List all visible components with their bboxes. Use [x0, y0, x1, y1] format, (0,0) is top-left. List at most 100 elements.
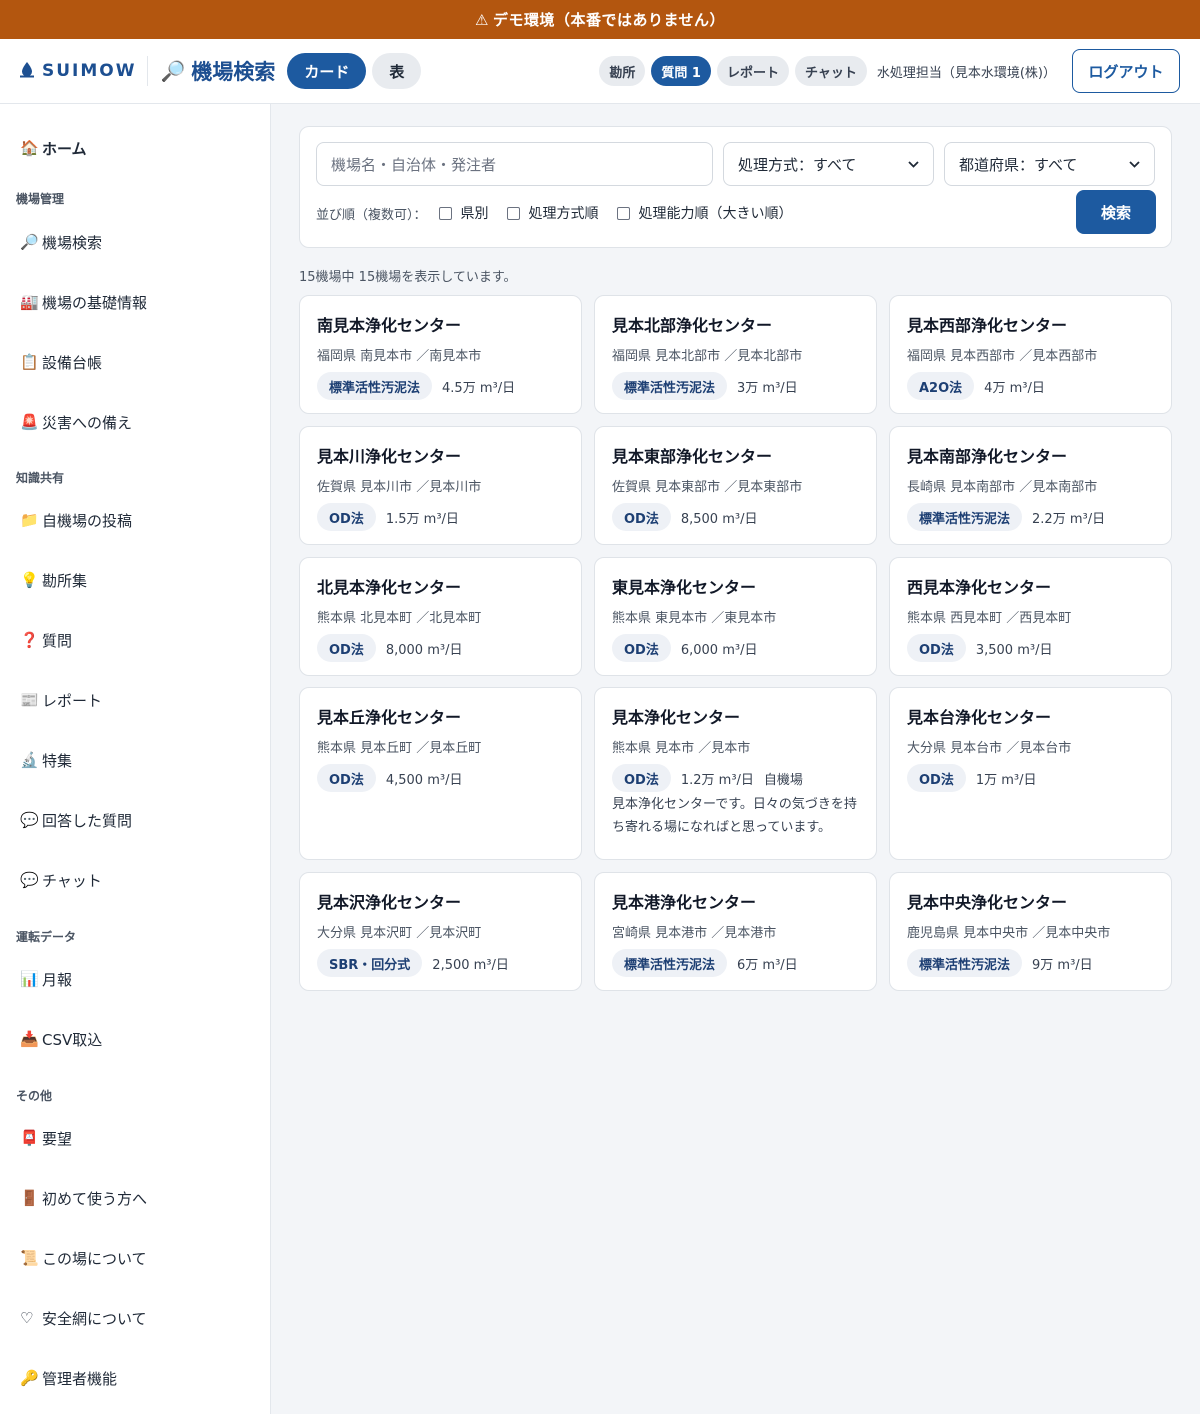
sidebar-section-facility: 機場管理	[16, 192, 65, 206]
magnifier-icon: 🔎	[160, 59, 186, 83]
facility-card[interactable]: 見本川浄化センター 佐賀県 見本川市 ／見本川市 OD法 1.5万 m³/日	[299, 426, 582, 545]
sidebar-item-request[interactable]: 📮 要望	[20, 1126, 72, 1150]
facility-location: 鹿児島県 見本中央市 ／見本中央市	[907, 926, 1111, 941]
facility-name[interactable]: 見本東部浄化センター	[612, 443, 772, 467]
search-button[interactable]: 検索	[1076, 190, 1156, 234]
sort-by-method[interactable]: 処理方式順	[506, 203, 599, 223]
top-header: SUIMOW 🔎 機場検索 カード 表 勘所 質問 1 レポート チャット 水処…	[0, 39, 1200, 104]
prefecture-select[interactable]: 都道府県：すべて	[944, 142, 1155, 186]
facility-name[interactable]: 見本南部浄化センター	[907, 443, 1067, 467]
facility-name[interactable]: 見本沢浄化センター	[317, 889, 461, 913]
view-card-button[interactable]: カード	[287, 53, 367, 89]
sidebar-item-monthly[interactable]: 📊 月報	[20, 967, 72, 991]
facility-capacity: 3,500 m³/日	[975, 642, 1053, 658]
facility-meta: OD法 1万 m³/日	[907, 764, 1037, 792]
facility-card[interactable]: 西見本浄化センター 熊本県 西見本町 ／西見本町 OD法 3,500 m³/日	[889, 557, 1172, 676]
sidebar-item-questions[interactable]: ❓ 質問	[20, 628, 72, 652]
sidebar-item-report[interactable]: 📰 レポート	[20, 688, 102, 712]
sidebar-item-getting-started[interactable]: 🚪 初めて使う方へ	[20, 1186, 147, 1210]
sidebar-item-my-posts[interactable]: 📁 自機場の投稿	[20, 508, 132, 532]
sort-by-capacity[interactable]: 処理能力順（大きい順）	[616, 203, 793, 223]
sort-by-prefecture[interactable]: 県別	[438, 203, 489, 223]
header-pill-tips[interactable]: 勘所	[599, 56, 646, 86]
facility-card[interactable]: 見本中央浄化センター 鹿児島県 見本中央市 ／見本中央市 標準活性汚泥法 9万 m³/…	[889, 872, 1172, 991]
sidebar-item-facility-search[interactable]: 🔎 機場検索	[20, 230, 102, 254]
treatment-method-badge: OD法	[612, 503, 671, 531]
facility-name[interactable]: 見本中央浄化センター	[907, 889, 1067, 913]
facility-name[interactable]: 西見本浄化センター	[907, 574, 1051, 598]
facility-card[interactable]: 見本港浄化センター 宮崎県 見本港市 ／見本港市 標準活性汚泥法 6万 m³/日	[594, 872, 877, 991]
facility-card[interactable]: 南見本浄化センター 福岡県 南見本市 ／南見本市 標準活性汚泥法 4.5万 m³/日	[299, 295, 582, 414]
facility-meta: SBR・回分式 2,500 m³/日	[317, 949, 509, 977]
facility-capacity: 1.2万 m³/日	[680, 772, 754, 788]
sidebar-item-label: 管理者機能	[42, 1369, 118, 1388]
sidebar-item-equipment[interactable]: 📋 設備台帳	[20, 350, 102, 374]
logo[interactable]: SUIMOW	[20, 56, 148, 86]
speech-bubble-icon: 💬	[20, 871, 39, 889]
facility-card[interactable]: 東見本浄化センター 熊本県 東見本市 ／東見本市 OD法 6,000 m³/日	[594, 557, 877, 676]
facility-location: 福岡県 見本西部市 ／見本西部市	[907, 349, 1098, 364]
checkbox-label: 県別	[460, 206, 489, 222]
sidebar-item-label: 要望	[42, 1129, 73, 1148]
view-table-button[interactable]: 表	[372, 53, 422, 89]
facility-card[interactable]: 見本南部浄化センター 長崎県 見本南部市 ／見本南部市 標準活性汚泥法 2.2万 m³…	[889, 426, 1172, 545]
facility-name[interactable]: 見本川浄化センター	[317, 443, 461, 467]
header-pill-report[interactable]: レポート	[716, 56, 789, 86]
facility-card[interactable]: 見本沢浄化センター 大分県 見本沢町 ／見本沢町 SBR・回分式 2,500 m³/日	[299, 872, 582, 991]
method-select-value: 処理方式：すべて	[738, 155, 857, 174]
facility-name[interactable]: 見本台浄化センター	[907, 704, 1051, 728]
facility-meta: OD法 6,000 m³/日	[612, 634, 757, 662]
magnifier-icon: 🔎	[20, 233, 39, 251]
treatment-method-badge: OD法	[612, 634, 671, 662]
water-drop-icon	[20, 61, 34, 82]
chevron-down-icon	[908, 157, 919, 171]
sidebar-item-admin[interactable]: 🔑 管理者機能	[20, 1366, 117, 1390]
search-input[interactable]: 機場名・自治体・発注者	[316, 142, 713, 186]
treatment-method-badge: OD法	[612, 764, 671, 792]
demo-banner-text: デモ環境（本番ではありません）	[492, 11, 725, 29]
facility-name[interactable]: 見本浄化センター	[612, 704, 740, 728]
sidebar-item-tips[interactable]: 💡 勘所集	[20, 568, 87, 592]
sidebar-item-home[interactable]: 🏠 ホーム	[20, 136, 87, 160]
facility-name[interactable]: 北見本浄化センター	[317, 574, 461, 598]
facility-name[interactable]: 見本丘浄化センター	[317, 704, 461, 728]
facility-meta: 標準活性汚泥法 6万 m³/日	[612, 949, 798, 977]
sidebar-item-about[interactable]: 📜 この場について	[20, 1246, 147, 1270]
main-content: 機場名・自治体・発注者 処理方式：すべて 都道府県：すべて 並び順（複数可）： …	[271, 104, 1200, 1414]
key-icon: 🔑	[20, 1369, 39, 1387]
logout-button[interactable]: ログアウト	[1072, 49, 1180, 93]
facility-card[interactable]: 北見本浄化センター 熊本県 北見本町 ／北見本町 OD法 8,000 m³/日	[299, 557, 582, 676]
sidebar-item-chat[interactable]: 💬 チャット	[20, 868, 102, 892]
header-pill-questions[interactable]: 質問 1	[651, 56, 711, 86]
door-icon: 🚪	[20, 1189, 39, 1207]
sidebar-section-knowledge: 知識共有	[16, 471, 65, 485]
facility-name[interactable]: 南見本浄化センター	[317, 312, 461, 336]
sidebar-item-safety-net[interactable]: ♡ 安全網について	[20, 1306, 147, 1330]
facility-name[interactable]: 東見本浄化センター	[612, 574, 756, 598]
sidebar-item-answered[interactable]: 💬 回答した質問	[20, 808, 132, 832]
facility-name[interactable]: 見本西部浄化センター	[907, 312, 1067, 336]
sidebar-item-feature[interactable]: 🔬 特集	[20, 748, 72, 772]
sidebar-item-label: ホーム	[42, 139, 87, 158]
sidebar-item-facility-info[interactable]: 🏭 機場の基礎情報	[20, 290, 147, 314]
facility-capacity: 8,000 m³/日	[385, 642, 463, 658]
facility-name[interactable]: 見本北部浄化センター	[612, 312, 772, 336]
sidebar-item-disaster[interactable]: 🚨 災害への備え	[20, 410, 132, 434]
facility-capacity: 6,000 m³/日	[680, 642, 758, 658]
facility-location: 福岡県 見本北部市 ／見本北部市	[612, 349, 803, 364]
checkbox[interactable]	[616, 206, 630, 220]
facility-name[interactable]: 見本港浄化センター	[612, 889, 756, 913]
sidebar-item-csv[interactable]: 📥 CSV取込	[20, 1027, 102, 1051]
facility-card[interactable]: 見本台浄化センター 大分県 見本台市 ／見本台市 OD法 1万 m³/日	[889, 687, 1172, 860]
facility-card[interactable]: 見本丘浄化センター 熊本県 見本丘町 ／見本丘町 OD法 4,500 m³/日	[299, 687, 582, 860]
facility-card[interactable]: 見本東部浄化センター 佐賀県 見本東部市 ／見本東部市 OD法 8,500 m³/日	[594, 426, 877, 545]
facility-card[interactable]: 見本浄化センター 熊本県 見本市 ／見本市 OD法 1.2万 m³/日 自機場 見本浄化セ…	[594, 687, 877, 860]
method-select[interactable]: 処理方式：すべて	[723, 142, 934, 186]
facility-capacity: 4,500 m³/日	[385, 772, 463, 788]
facility-card[interactable]: 見本西部浄化センター 福岡県 見本西部市 ／見本西部市 A2O法 4万 m³/日	[889, 295, 1172, 414]
checkbox[interactable]	[506, 206, 520, 220]
checkbox[interactable]	[438, 206, 452, 220]
header-pill-chat[interactable]: チャット	[794, 56, 867, 86]
facility-meta: 標準活性汚泥法 2.2万 m³/日	[907, 503, 1105, 531]
facility-card[interactable]: 見本北部浄化センター 福岡県 見本北部市 ／見本北部市 標準活性汚泥法 3万 m³/日	[594, 295, 877, 414]
